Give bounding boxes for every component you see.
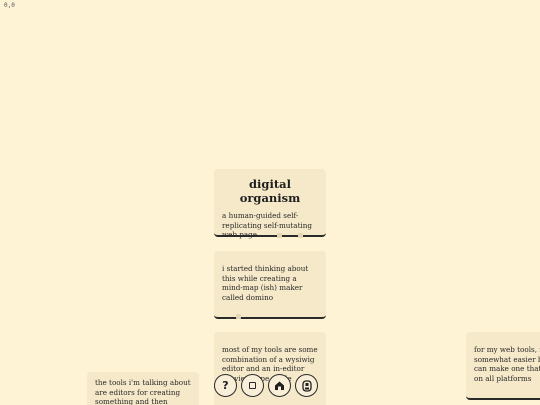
- home-icon: [275, 381, 284, 390]
- help-button[interactable]: ?: [214, 374, 237, 397]
- node-text: i started thinking about this while crea…: [222, 264, 309, 302]
- node-text: for my web tools, it's somewhat easier b…: [474, 345, 540, 383]
- toolbar: ?: [214, 374, 318, 400]
- square-icon: [249, 382, 256, 389]
- node-title: digital organism: [239, 177, 301, 205]
- home-button[interactable]: [268, 374, 291, 397]
- node-card-mindmap[interactable]: i started thinking about this while crea…: [214, 251, 326, 319]
- connector-handle[interactable]: [277, 233, 282, 238]
- help-icon: ?: [222, 379, 229, 392]
- node-card-digital-organism[interactable]: digital organism a human-guided self-rep…: [214, 169, 326, 240]
- save-icon: [301, 379, 312, 392]
- canvas[interactable]: 0,0 digital organism a human-guided self…: [0, 0, 540, 405]
- coordinates-readout: 0,0: [4, 2, 15, 9]
- node-card-editors[interactable]: the tools i'm talking about are editors …: [87, 372, 199, 405]
- node-text: the tools i'm talking about are editors …: [95, 378, 191, 405]
- add-node-button[interactable]: [241, 374, 264, 397]
- connector-handle[interactable]: [298, 233, 303, 238]
- save-button[interactable]: [295, 374, 318, 397]
- node-text: a human-guided self-replicating self-mut…: [222, 211, 313, 240]
- node-card-web-tools[interactable]: for my web tools, it's somewhat easier b…: [466, 332, 540, 400]
- connector-handle[interactable]: [236, 314, 241, 319]
